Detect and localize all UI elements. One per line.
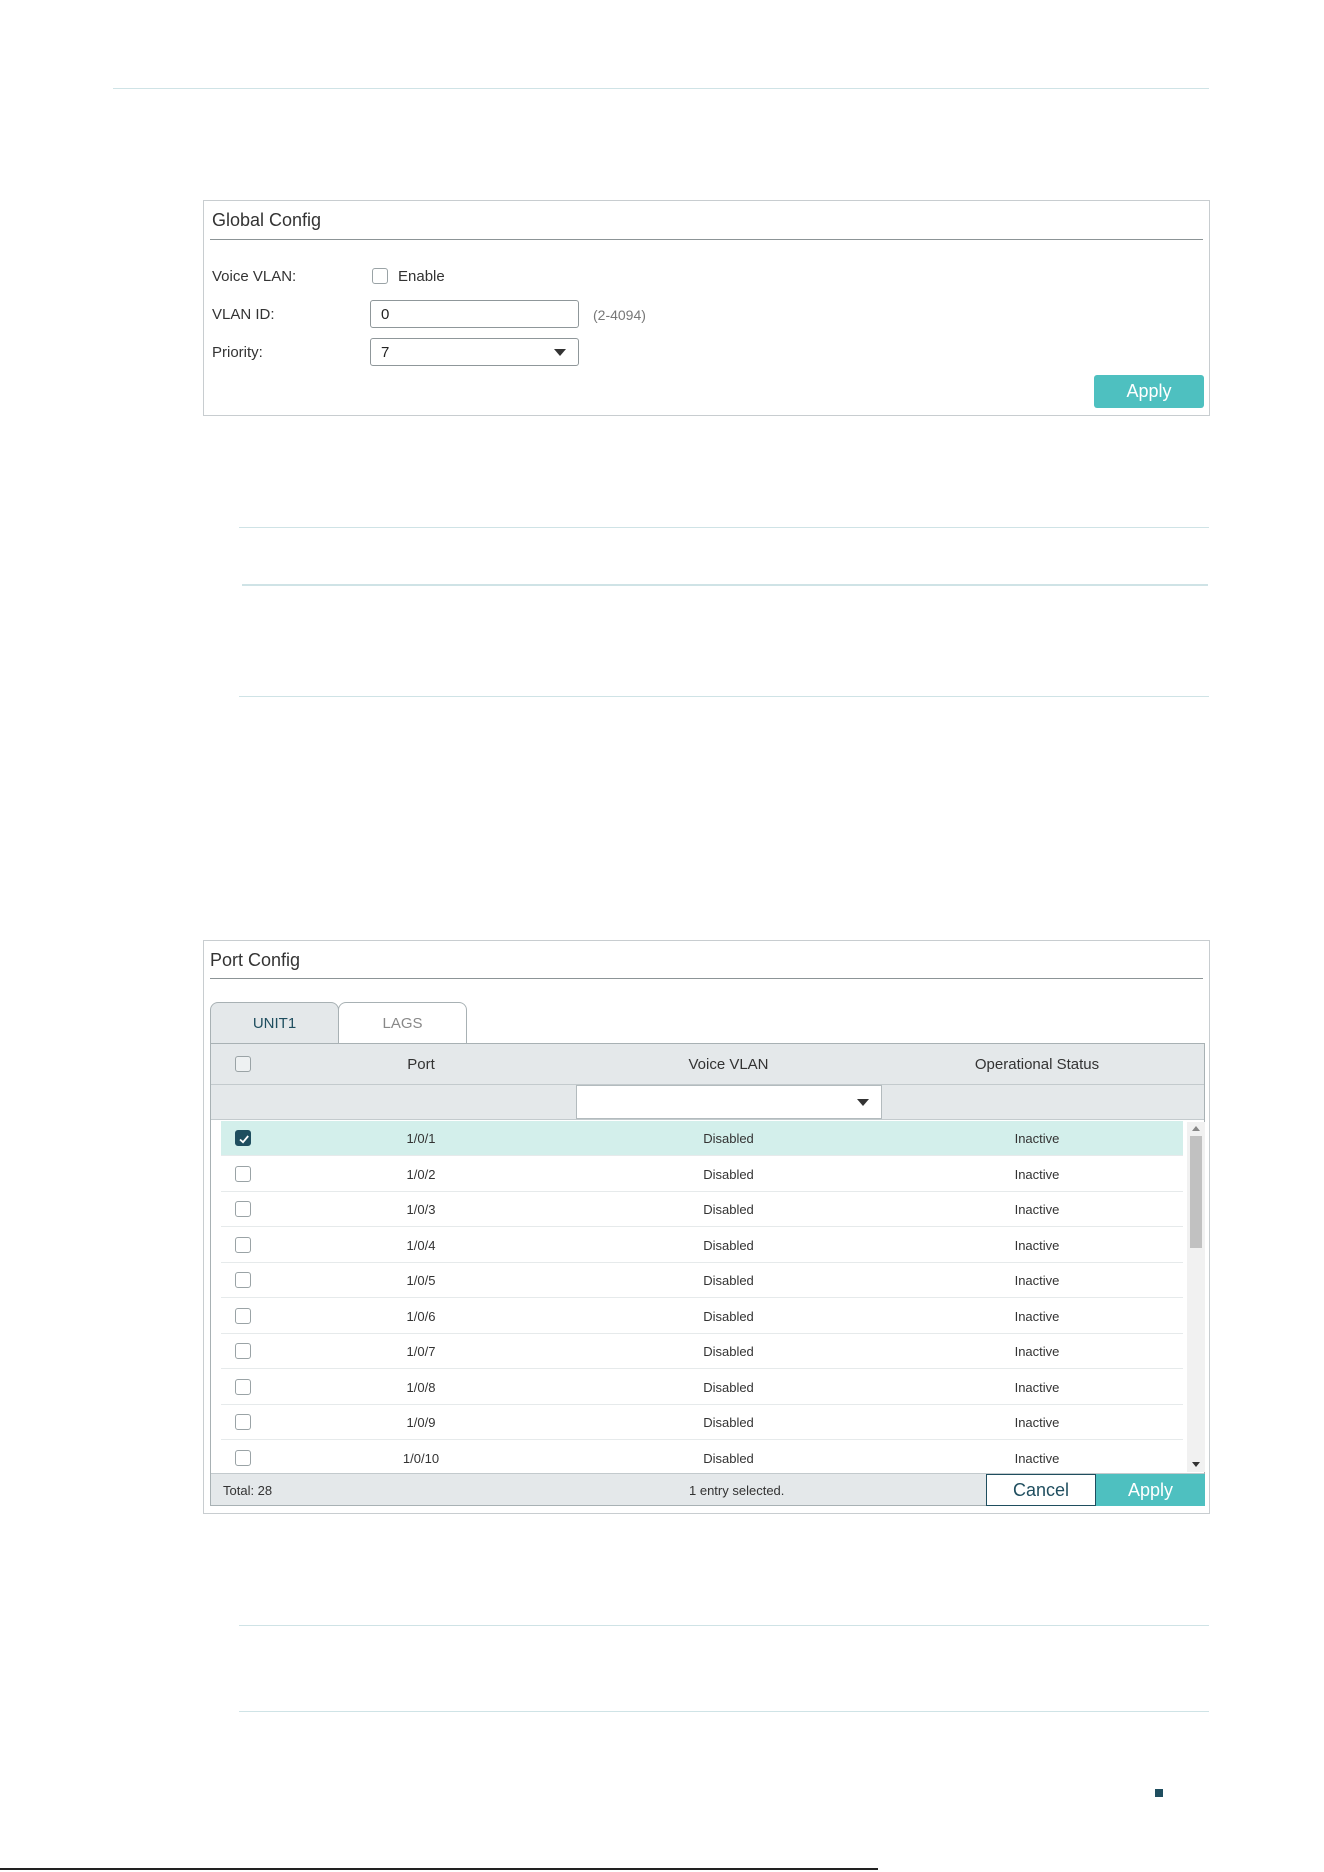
section-rule-1 [239, 527, 1209, 528]
select-all-checkbox[interactable] [235, 1056, 251, 1072]
scroll-down-icon[interactable] [1192, 1462, 1200, 1467]
cell-operational-status: Inactive [1014, 1166, 1060, 1182]
cell-voice-vlan: Disabled [703, 1344, 754, 1359]
cell-port: 1/0/1 [406, 1131, 436, 1146]
cell-voice-vlan: Disabled [703, 1237, 754, 1253]
cell-operational-status: Inactive [1014, 1273, 1060, 1288]
priority-label: Priority: [212, 344, 263, 361]
cell-voice-vlan: Disabled [703, 1379, 754, 1395]
cell-voice-vlan: Disabled [703, 1131, 754, 1146]
table-header: Port Voice VLAN Operational Status [211, 1044, 1204, 1085]
global-config-title: Global Config [212, 210, 322, 230]
voice-vlan-label: Voice VLAN: [212, 268, 297, 285]
scroll-thumb[interactable] [1190, 1136, 1202, 1248]
page-marker [1155, 1789, 1163, 1797]
table-row[interactable]: 1/0/8 Disabled Inactive [221, 1370, 1183, 1405]
cell-operational-status: Inactive [1014, 1415, 1060, 1430]
table-row[interactable]: 1/0/9 Disabled Inactive [221, 1405, 1183, 1440]
table-row[interactable]: 1/0/6 Disabled Inactive [221, 1299, 1183, 1334]
port-config-title: Port Config [210, 950, 301, 970]
port-apply-button[interactable]: Apply [1096, 1474, 1205, 1506]
cell-port: 1/0/8 [406, 1379, 436, 1395]
port-table: Port Voice VLAN Operational Status 1/0/1… [210, 1043, 1205, 1506]
port-config-title-rule [210, 978, 1203, 979]
cell-voice-vlan: Disabled [703, 1450, 754, 1466]
cell-port: 1/0/9 [406, 1415, 436, 1430]
cell-port: 1/0/6 [406, 1308, 436, 1324]
cell-operational-status: Inactive [1014, 1344, 1060, 1359]
cell-voice-vlan: Disabled [703, 1202, 754, 1217]
cell-port: 1/0/2 [406, 1166, 436, 1182]
voice-vlan-enable-checkbox[interactable] [372, 268, 388, 284]
row-checkbox[interactable] [235, 1272, 251, 1288]
cancel-button[interactable]: Cancel [986, 1474, 1096, 1506]
row-checkbox[interactable] [235, 1343, 251, 1359]
table-scrollbar[interactable] [1187, 1122, 1205, 1472]
row-checkbox[interactable] [235, 1130, 251, 1146]
global-config-panel: Global Config Voice VLAN: Enable VLAN ID… [203, 200, 1210, 416]
tab-lags[interactable]: LAGS [338, 1002, 467, 1043]
cell-voice-vlan: Disabled [703, 1415, 754, 1430]
table-row[interactable]: 1/0/2 Disabled Inactive [221, 1157, 1183, 1192]
vlan-id-range-hint: (2-4094) [593, 307, 646, 323]
row-checkbox[interactable] [235, 1201, 251, 1217]
row-checkbox[interactable] [235, 1378, 251, 1395]
table-row[interactable]: 1/0/5 Disabled Inactive [221, 1263, 1183, 1298]
cell-voice-vlan: Disabled [703, 1308, 754, 1324]
row-checkbox[interactable] [235, 1449, 251, 1466]
column-header-operational-status: Operational Status [974, 1056, 1100, 1073]
section-rule-2 [242, 584, 1208, 586]
priority-select[interactable]: 7 [370, 338, 579, 366]
cell-operational-status: Inactive [1014, 1379, 1060, 1395]
port-config-panel: Port Config UNIT1 LAGS Port Voice VLAN O… [203, 940, 1210, 1514]
row-checkbox[interactable] [235, 1307, 251, 1324]
chevron-down-icon [857, 1099, 869, 1106]
vlan-id-label: VLAN ID: [212, 306, 275, 323]
row-checkbox[interactable] [235, 1414, 251, 1430]
table-footer: Total: 28 1 entry selected. Cancel Apply [211, 1473, 1205, 1506]
voice-vlan-filter-select[interactable] [576, 1085, 882, 1119]
selection-status: 1 entry selected. [689, 1482, 785, 1498]
top-rule [113, 88, 1209, 89]
global-config-title-rule [210, 239, 1203, 240]
priority-value: 7 [381, 343, 390, 361]
cell-voice-vlan: Disabled [703, 1273, 754, 1288]
enable-label: Enable [398, 268, 445, 285]
table-row[interactable]: 1/0/4 Disabled Inactive [221, 1228, 1183, 1263]
cell-port: 1/0/7 [406, 1344, 436, 1359]
table-row[interactable]: 1/0/7 Disabled Inactive [221, 1334, 1183, 1369]
cell-voice-vlan: Disabled [703, 1166, 754, 1182]
cell-port: 1/0/10 [402, 1450, 440, 1466]
column-header-port: Port [407, 1056, 435, 1073]
table-filter-row [211, 1085, 1204, 1120]
check-icon [239, 1135, 249, 1144]
cell-operational-status: Inactive [1014, 1237, 1060, 1253]
bottom-rule [0, 1868, 878, 1870]
table-row[interactable]: 1/0/1 Disabled Inactive [221, 1121, 1183, 1156]
total-count: Total: 28 [223, 1482, 273, 1498]
cell-operational-status: Inactive [1014, 1202, 1060, 1217]
cell-operational-status: Inactive [1014, 1450, 1060, 1466]
cell-port: 1/0/4 [406, 1237, 436, 1253]
cell-operational-status: Inactive [1014, 1308, 1060, 1324]
table-row[interactable]: 1/0/3 Disabled Inactive [221, 1192, 1183, 1227]
section-rule-5 [239, 1711, 1209, 1712]
table-row[interactable]: 1/0/10 Disabled Inactive [221, 1441, 1183, 1476]
cell-port: 1/0/3 [406, 1202, 436, 1217]
row-checkbox[interactable] [235, 1165, 251, 1182]
cell-operational-status: Inactive [1014, 1131, 1060, 1146]
column-header-voice-vlan: Voice VLAN [688, 1056, 769, 1073]
row-checkbox[interactable] [235, 1236, 251, 1253]
global-apply-button[interactable]: Apply [1094, 375, 1204, 408]
section-rule-3 [239, 696, 1209, 697]
vlan-id-input[interactable]: 0 [370, 300, 579, 328]
cell-port: 1/0/5 [406, 1273, 436, 1288]
chevron-down-icon [554, 349, 566, 356]
tab-unit1[interactable]: UNIT1 [210, 1002, 339, 1043]
section-rule-4 [239, 1625, 1209, 1626]
scroll-up-icon[interactable] [1192, 1126, 1200, 1131]
